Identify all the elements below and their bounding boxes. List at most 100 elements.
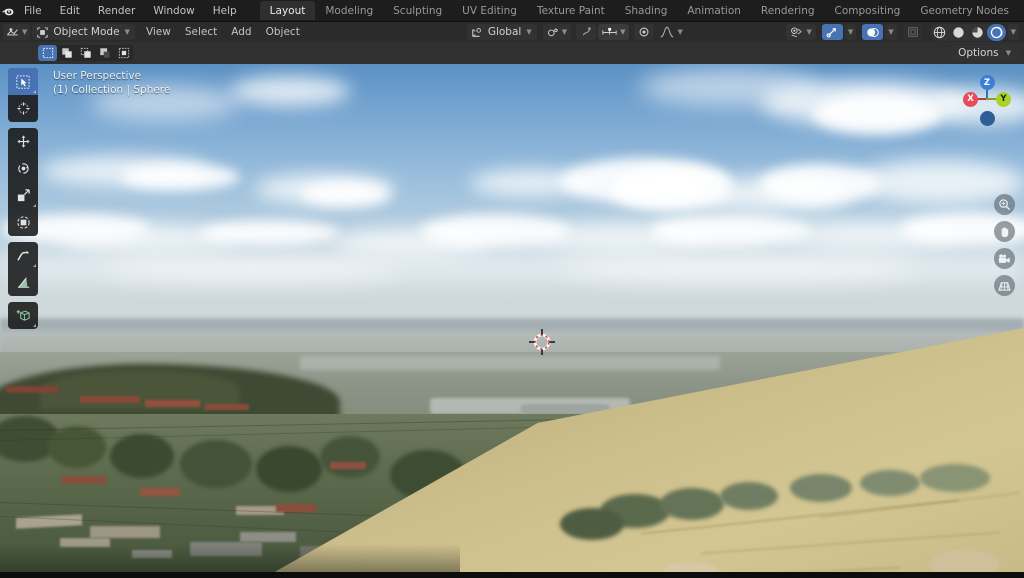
3d-cursor-icon <box>529 329 555 355</box>
select-box-icon <box>42 47 54 59</box>
tool-cursor[interactable] <box>8 95 38 122</box>
tool-group-transform <box>8 128 38 236</box>
menu-edit[interactable]: Edit <box>51 0 89 22</box>
hand-icon <box>1001 227 1009 237</box>
viewport-options-dropdown[interactable]: Options ▼ <box>951 45 1018 61</box>
interaction-mode-selector[interactable]: Object Mode ▼ <box>32 24 135 40</box>
shading-rendered-button[interactable] <box>986 23 1006 41</box>
select-box-mode-button[interactable] <box>38 45 57 61</box>
snap-increment-icon <box>602 27 617 38</box>
shading-wireframe-button[interactable] <box>930 24 949 41</box>
workspace-tab-scripting[interactable]: Scripting <box>1019 1 1024 20</box>
tool-move[interactable] <box>8 128 38 155</box>
viewport-toolbar <box>8 68 38 334</box>
chevron-down-icon: ▼ <box>22 28 28 36</box>
chevron-down-icon: ▼ <box>677 28 683 36</box>
toggle-xray-icon <box>907 26 919 38</box>
proportional-editing-icon <box>580 26 592 38</box>
select-invert-mode-button[interactable] <box>95 45 114 61</box>
viewport-menu-object[interactable]: Object <box>259 22 307 42</box>
rendered-icon <box>990 26 1003 39</box>
select-subtract-mode-button[interactable] <box>76 45 95 61</box>
tool-measure[interactable] <box>8 269 38 296</box>
top-bar: File Edit Render Window Help Layout Mode… <box>0 0 1024 22</box>
tool-rotate[interactable] <box>8 155 38 182</box>
axis-z-negative[interactable] <box>979 111 995 126</box>
pivot-point-selector[interactable]: ▼ <box>542 24 572 40</box>
menu-help[interactable]: Help <box>204 0 246 22</box>
snap-magnet-button[interactable] <box>634 24 655 40</box>
tool-submenu-indicator <box>33 204 36 207</box>
workspace-tab-sculpting[interactable]: Sculpting <box>383 1 452 20</box>
chevron-down-icon: ▼ <box>124 28 130 36</box>
toggle-xray-button[interactable] <box>902 24 923 40</box>
axis-z-positive[interactable]: Z <box>979 75 995 90</box>
workspace-tab-uv-editing[interactable]: UV Editing <box>452 1 527 20</box>
axis-y-positive[interactable]: Y <box>996 91 1011 107</box>
camera-view-button[interactable] <box>994 248 1015 269</box>
workspace-tab-animation[interactable]: Animation <box>677 1 751 20</box>
tool-scale[interactable] <box>8 182 38 209</box>
object-types-visibility-icon <box>790 26 803 38</box>
workspace-tab-compositing[interactable]: Compositing <box>825 1 911 20</box>
object-types-visibility-button[interactable]: ▼ <box>786 24 816 40</box>
workspace-tab-rendering[interactable]: Rendering <box>751 1 825 20</box>
overlay-options-dropdown[interactable]: ▼ <box>885 24 897 40</box>
chevron-down-icon: ▼ <box>620 28 626 36</box>
select-extend-mode-button[interactable] <box>57 45 76 61</box>
viewport-info-perspective: User Perspective <box>53 70 142 82</box>
show-overlays-button[interactable] <box>862 24 884 40</box>
select-intersect-icon <box>118 47 130 59</box>
camera-icon <box>998 253 1010 263</box>
tool-group-add <box>8 302 38 329</box>
menu-file[interactable]: File <box>15 0 51 22</box>
menu-window[interactable]: Window <box>144 0 203 22</box>
workspace-tab-layout[interactable]: Layout <box>259 1 316 20</box>
chevron-down-icon: ▼ <box>1005 49 1011 57</box>
material-preview-icon <box>971 26 984 39</box>
workspace-tab-shading[interactable]: Shading <box>615 1 678 20</box>
editor-type-3dview-icon[interactable]: ▼ <box>3 24 31 40</box>
menu-render[interactable]: Render <box>89 0 144 22</box>
viewport-menu-select[interactable]: Select <box>178 22 224 42</box>
falloff-curve-button[interactable]: ▼ <box>656 24 686 40</box>
workspace-tab-texture-paint[interactable]: Texture Paint <box>527 1 615 20</box>
3d-viewport[interactable]: User Perspective (1) Collection | Sphere <box>0 64 1024 578</box>
shading-options-dropdown[interactable]: ▼ <box>1007 24 1019 40</box>
chevron-down-icon: ▼ <box>561 28 568 36</box>
chevron-down-icon: ▼ <box>847 28 854 36</box>
chevron-down-icon: ▼ <box>526 28 532 36</box>
show-overlays-icon <box>866 26 879 39</box>
viewport-menu-view[interactable]: View <box>139 22 178 42</box>
workspace-tab-geometry-nodes[interactable]: Geometry Nodes <box>910 1 1019 20</box>
axis-x-positive[interactable]: X <box>963 91 978 107</box>
select-intersect-mode-button[interactable] <box>114 45 133 61</box>
proportional-editing-toggle[interactable] <box>576 24 597 40</box>
tool-tweak-select-box[interactable] <box>8 68 38 95</box>
workspace-tab-modeling[interactable]: Modeling <box>315 1 383 20</box>
viewport-header: ▼ Object Mode ▼ View Select Add Object G… <box>0 22 1024 42</box>
viewport-shading-modes <box>929 23 1006 41</box>
transform-orientation-selector[interactable]: Global ▼ <box>466 24 537 40</box>
tool-add-cube[interactable] <box>8 302 38 329</box>
snap-toggle[interactable]: ▼ <box>598 24 630 40</box>
tool-transform[interactable] <box>8 209 38 236</box>
show-gizmo-button[interactable] <box>821 24 843 40</box>
gizmo-options-dropdown[interactable]: ▼ <box>844 24 857 40</box>
viewport-menu-add[interactable]: Add <box>224 22 258 42</box>
grid-ortho-icon <box>998 281 1011 291</box>
blender-window: File Edit Render Window Help Layout Mode… <box>0 0 1024 578</box>
blender-logo-icon[interactable] <box>0 0 15 22</box>
tool-submenu-indicator <box>33 90 36 93</box>
toggle-perspective-button[interactable] <box>994 275 1015 296</box>
navigation-gizmo[interactable]: Z Y X <box>958 70 1016 128</box>
pan-view-button[interactable] <box>994 221 1015 242</box>
interaction-mode-label: Object Mode <box>53 26 120 38</box>
object-mode-icon <box>37 26 49 38</box>
zoom-view-button[interactable] <box>994 194 1015 215</box>
tool-annotate[interactable] <box>8 242 38 269</box>
pivot-point-icon <box>547 27 559 38</box>
shading-material-button[interactable] <box>968 24 987 41</box>
tool-submenu-indicator <box>33 324 36 327</box>
shading-solid-button[interactable] <box>949 24 968 41</box>
